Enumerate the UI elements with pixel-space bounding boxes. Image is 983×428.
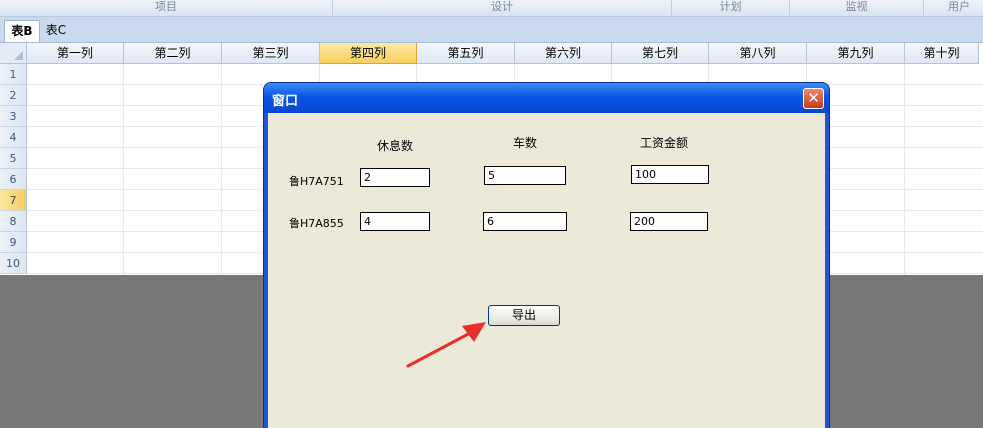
column-header[interactable]: 第二列 bbox=[124, 43, 222, 64]
header-wage-amount: 工资金额 bbox=[640, 136, 689, 150]
dialog-client-area: 休息数 车数 工资金额 鲁H7A751 鲁H7A855 导出 bbox=[268, 113, 825, 428]
column-header[interactable]: 第八列 bbox=[709, 43, 807, 64]
column-header[interactable]: 第三列 bbox=[222, 43, 320, 64]
header-rest-days: 休息数 bbox=[377, 139, 414, 153]
grid-column-line bbox=[123, 64, 124, 275]
wage-amount-input-1[interactable] bbox=[631, 165, 709, 184]
row-header[interactable]: 8 bbox=[0, 211, 27, 232]
column-header[interactable]: 第七列 bbox=[612, 43, 709, 64]
column-header[interactable]: 第五列 bbox=[417, 43, 515, 64]
row-header[interactable]: 9 bbox=[0, 232, 27, 253]
sheet-tab-bar: 表B 表C bbox=[0, 17, 983, 43]
ribbon-group-plan: 计划 bbox=[672, 0, 790, 16]
grid-column-line bbox=[904, 64, 905, 275]
close-icon[interactable]: ✕ bbox=[803, 88, 824, 109]
column-header[interactable]: 第一列 bbox=[27, 43, 124, 64]
row-header[interactable]: 1 bbox=[0, 64, 27, 85]
row-header[interactable]: 5 bbox=[0, 148, 27, 169]
row-header[interactable]: 10 bbox=[0, 253, 27, 274]
ribbon-bar: 项目 设计 计划 监视 用户 bbox=[0, 0, 983, 17]
sheet-tab-b[interactable]: 表B bbox=[4, 20, 40, 42]
sheet-tab-c[interactable]: 表C bbox=[42, 20, 70, 41]
rest-days-input-2[interactable] bbox=[360, 212, 430, 231]
dialog-titlebar[interactable]: 窗口 ✕ bbox=[264, 83, 829, 113]
row-header[interactable]: 2 bbox=[0, 85, 27, 106]
header-car-count: 车数 bbox=[513, 136, 538, 150]
wage-amount-input-2[interactable] bbox=[630, 212, 708, 231]
ribbon-group-user: 用户 bbox=[948, 0, 970, 13]
rest-days-input-1[interactable] bbox=[360, 168, 430, 187]
ribbon-group-project: 项目 bbox=[0, 0, 333, 16]
row-header[interactable]: 7 bbox=[0, 190, 27, 211]
column-header[interactable]: 第九列 bbox=[807, 43, 905, 64]
ribbon-group-design: 设计 bbox=[333, 0, 672, 16]
select-all-corner[interactable] bbox=[0, 43, 27, 64]
row-header[interactable]: 3 bbox=[0, 106, 27, 127]
export-button[interactable]: 导出 bbox=[488, 305, 560, 326]
dialog-window: 窗口 ✕ 休息数 车数 工资金额 鲁H7A751 鲁H7A855 导出 bbox=[264, 83, 829, 428]
column-header[interactable]: 第四列 bbox=[320, 43, 417, 64]
column-header[interactable]: 第六列 bbox=[515, 43, 612, 64]
column-header[interactable]: 第十列 bbox=[905, 43, 979, 64]
row-header[interactable]: 4 bbox=[0, 127, 27, 148]
dialog-title: 窗口 bbox=[272, 94, 299, 109]
ribbon-group-monitor: 监视 bbox=[790, 0, 924, 16]
plate-label-2: 鲁H7A855 bbox=[289, 217, 344, 230]
grid-column-line bbox=[221, 64, 222, 275]
car-count-input-2[interactable] bbox=[483, 212, 567, 231]
plate-label-1: 鲁H7A751 bbox=[289, 175, 344, 188]
row-header[interactable]: 6 bbox=[0, 169, 27, 190]
car-count-input-1[interactable] bbox=[484, 166, 566, 185]
